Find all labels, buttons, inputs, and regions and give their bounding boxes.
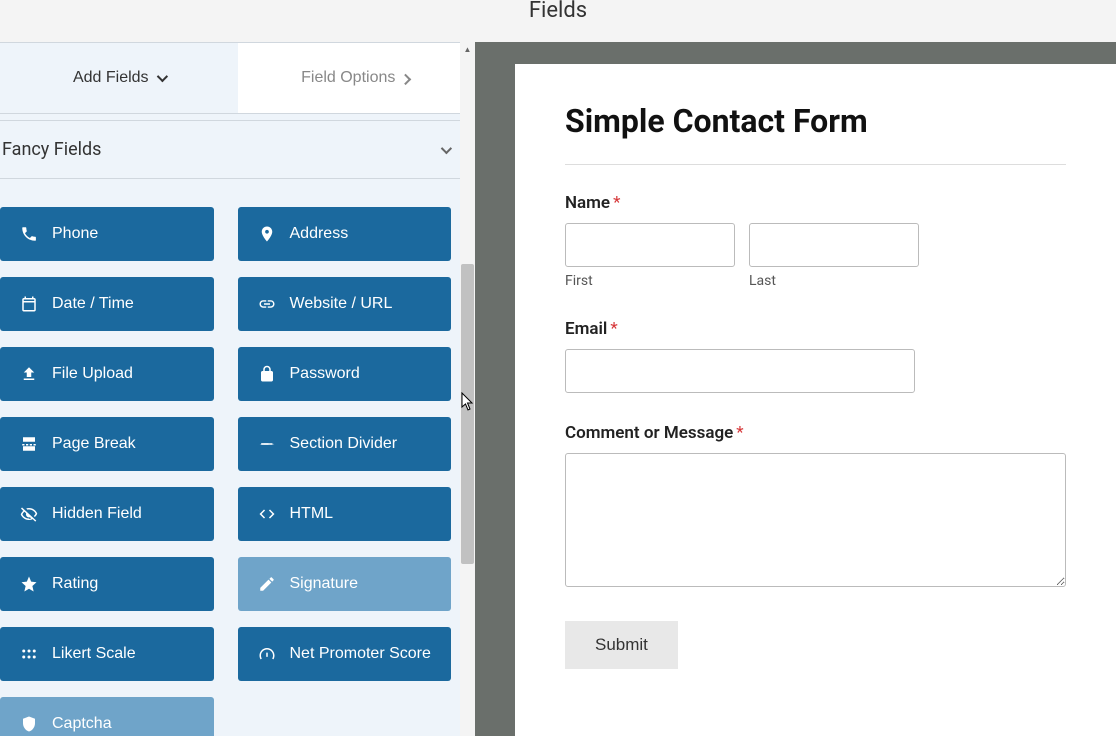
field-label: Section Divider [290, 435, 398, 453]
fields-container: Phone Address Date / Time Website / URL File… [0, 179, 475, 736]
field-html[interactable]: HTML [238, 487, 452, 541]
field-label: Password [290, 365, 360, 383]
required-mark: * [613, 193, 620, 213]
section-fancy-fields[interactable]: Fancy Fields [0, 120, 475, 179]
chevron-down-icon [156, 71, 167, 82]
required-mark: * [610, 319, 617, 339]
field-likert-scale[interactable]: Likert Scale [0, 627, 214, 681]
star-icon [20, 575, 38, 593]
field-label: HTML [290, 505, 334, 523]
field-file-upload[interactable]: File Upload [0, 347, 214, 401]
pin-icon [258, 225, 276, 243]
pencil-icon [258, 575, 276, 593]
field-label: Date / Time [52, 295, 134, 313]
field-label: Address [290, 225, 349, 243]
last-name-input[interactable] [749, 223, 919, 267]
name-label: Name* [565, 193, 1066, 213]
form-title: Simple Contact Form [565, 102, 1066, 165]
tab-field-options[interactable]: Field Options [238, 43, 476, 113]
calendar-icon [20, 295, 38, 313]
field-email[interactable]: Email* [565, 319, 1066, 393]
last-sublabel: Last [749, 273, 919, 289]
tab-add-fields-label: Add Fields [73, 69, 149, 87]
scroll-up-icon[interactable]: ▲ [460, 42, 475, 56]
field-signature[interactable]: Signature [238, 557, 452, 611]
sidebar: Add Fields Field Options Fancy Fields Ph… [0, 42, 475, 736]
field-date-time[interactable]: Date / Time [0, 277, 214, 331]
field-rating[interactable]: Rating [0, 557, 214, 611]
divider-icon [258, 435, 276, 453]
tabs: Add Fields Field Options [0, 42, 475, 114]
field-phone[interactable]: Phone [0, 207, 214, 261]
field-label: Likert Scale [52, 645, 136, 663]
email-label: Email* [565, 319, 1066, 339]
field-page-break[interactable]: Page Break [0, 417, 214, 471]
lock-icon [258, 365, 276, 383]
submit-button[interactable]: Submit [565, 621, 678, 669]
field-label: Page Break [52, 435, 136, 453]
shield-icon [20, 715, 38, 733]
eye-slash-icon [20, 505, 38, 523]
first-name-input[interactable] [565, 223, 735, 267]
field-label: File Upload [52, 365, 133, 383]
email-input[interactable] [565, 349, 915, 393]
comment-label: Comment or Message* [565, 423, 1066, 443]
field-hidden-field[interactable]: Hidden Field [0, 487, 214, 541]
comment-textarea[interactable] [565, 453, 1066, 587]
field-label: Captcha [52, 715, 112, 733]
required-mark: * [736, 423, 743, 443]
field-password[interactable]: Password [238, 347, 452, 401]
field-captcha[interactable]: Captcha [0, 697, 214, 736]
page-header: Fields [0, 0, 1116, 42]
first-sublabel: First [565, 273, 735, 289]
form-panel: Simple Contact Form Name* First Last [515, 64, 1116, 736]
field-name[interactable]: Name* First Last [565, 193, 1066, 289]
scrollbar-thumb[interactable] [461, 264, 474, 564]
field-website-url[interactable]: Website / URL [238, 277, 452, 331]
dots-icon [20, 645, 38, 663]
upload-icon [20, 365, 38, 383]
code-icon [258, 505, 276, 523]
chevron-down-icon [441, 142, 452, 153]
field-label: Phone [52, 225, 98, 243]
gauge-icon [258, 645, 276, 663]
field-address[interactable]: Address [238, 207, 452, 261]
tab-add-fields[interactable]: Add Fields [0, 43, 238, 113]
field-section-divider[interactable]: Section Divider [238, 417, 452, 471]
pagebreak-icon [20, 435, 38, 453]
field-label: Website / URL [290, 295, 393, 313]
tab-field-options-label: Field Options [301, 69, 395, 87]
field-label: Hidden Field [52, 505, 142, 523]
field-net-promoter-score[interactable]: Net Promoter Score [238, 627, 452, 681]
field-label: Rating [52, 575, 98, 593]
link-icon [258, 295, 276, 313]
preview-area: Simple Contact Form Name* First Last [475, 42, 1116, 736]
field-label: Signature [290, 575, 359, 593]
page-title: Fields [529, 0, 587, 23]
chevron-right-icon [400, 74, 411, 85]
section-title: Fancy Fields [2, 139, 101, 160]
field-comment[interactable]: Comment or Message* [565, 423, 1066, 591]
phone-icon [20, 225, 38, 243]
scrollbar[interactable]: ▲ [460, 42, 475, 736]
field-label: Net Promoter Score [290, 645, 431, 663]
